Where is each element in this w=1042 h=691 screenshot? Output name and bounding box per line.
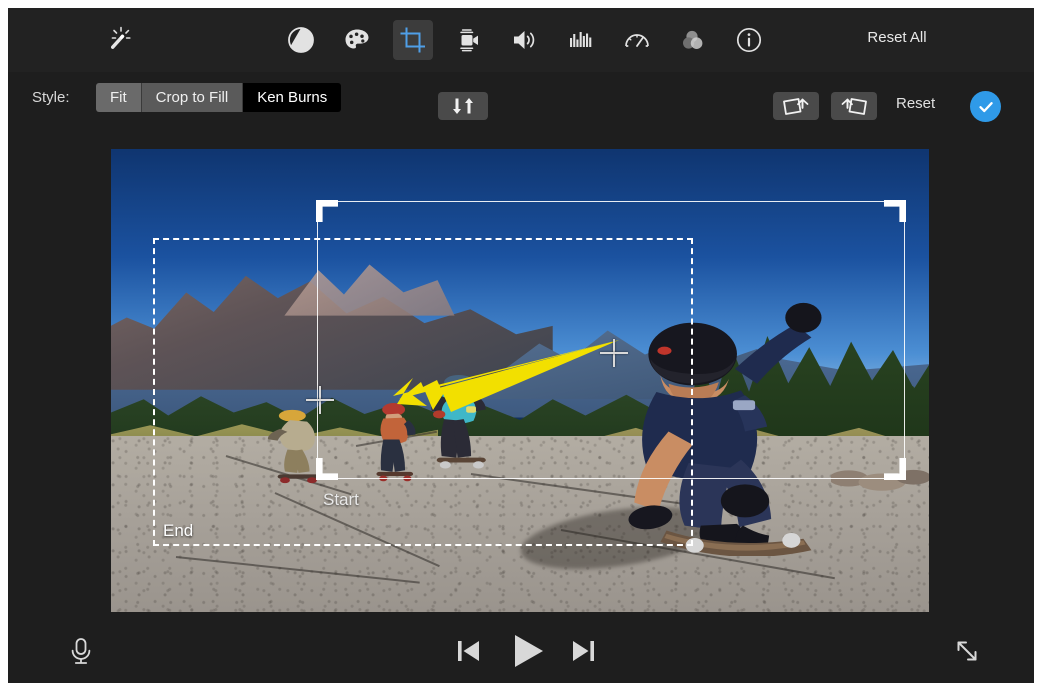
style-label: Style: [32,89,70,106]
speedometer-icon[interactable] [617,20,657,60]
skip-next-icon[interactable] [564,632,604,670]
swap-arrows-icon[interactable] [438,92,488,120]
info-circle-icon[interactable] [729,20,769,60]
imovie-window: Reset All Style: Fit Crop to Fill Ken Bu… [8,8,1034,683]
roadside-rocks [828,455,929,492]
end-label: End [163,521,194,540]
magic-wand-icon[interactable] [106,20,146,60]
overlapping-circles-icon[interactable] [673,20,713,60]
playback-bar [8,618,1034,683]
video-camera-icon[interactable] [449,20,489,60]
skater-mid [422,371,496,491]
microphone-icon[interactable] [60,630,102,672]
apply-crop-button[interactable] [970,91,1001,122]
reset-all-button[interactable]: Reset All [842,25,952,51]
video-frame-image [111,149,929,612]
crop-reset-button[interactable]: Reset [896,95,935,112]
start-label: Start [323,490,359,509]
expand-diagonal-icon[interactable] [946,630,988,672]
palette-icon[interactable] [337,20,377,60]
video-viewer: End Start [8,130,1034,618]
style-segment-fit[interactable]: Fit [96,83,142,112]
video-preview[interactable]: End Start [111,149,929,612]
checkmark-icon [978,101,993,112]
play-icon[interactable] [504,628,552,674]
ken-burns-style-segmented-control[interactable]: Fit Crop to Fill Ken Burns [96,83,342,112]
skater-red-helmet [365,399,422,496]
style-segment-crop-to-fill[interactable]: Crop to Fill [141,83,244,112]
crop-icon[interactable] [393,20,433,60]
skater-far-left [258,404,332,492]
skater-foreground [594,293,856,557]
color-balance-icon[interactable] [281,20,321,60]
equalizer-icon[interactable] [561,20,601,60]
adjustments-toolbar: Reset All [8,8,1034,72]
speaker-icon[interactable] [505,20,545,60]
style-segment-ken-burns[interactable]: Ken Burns [243,83,342,112]
rotate-counterclockwise-icon[interactable] [773,92,819,120]
rotate-clockwise-icon[interactable] [831,92,877,120]
skip-previous-icon[interactable] [448,632,488,670]
